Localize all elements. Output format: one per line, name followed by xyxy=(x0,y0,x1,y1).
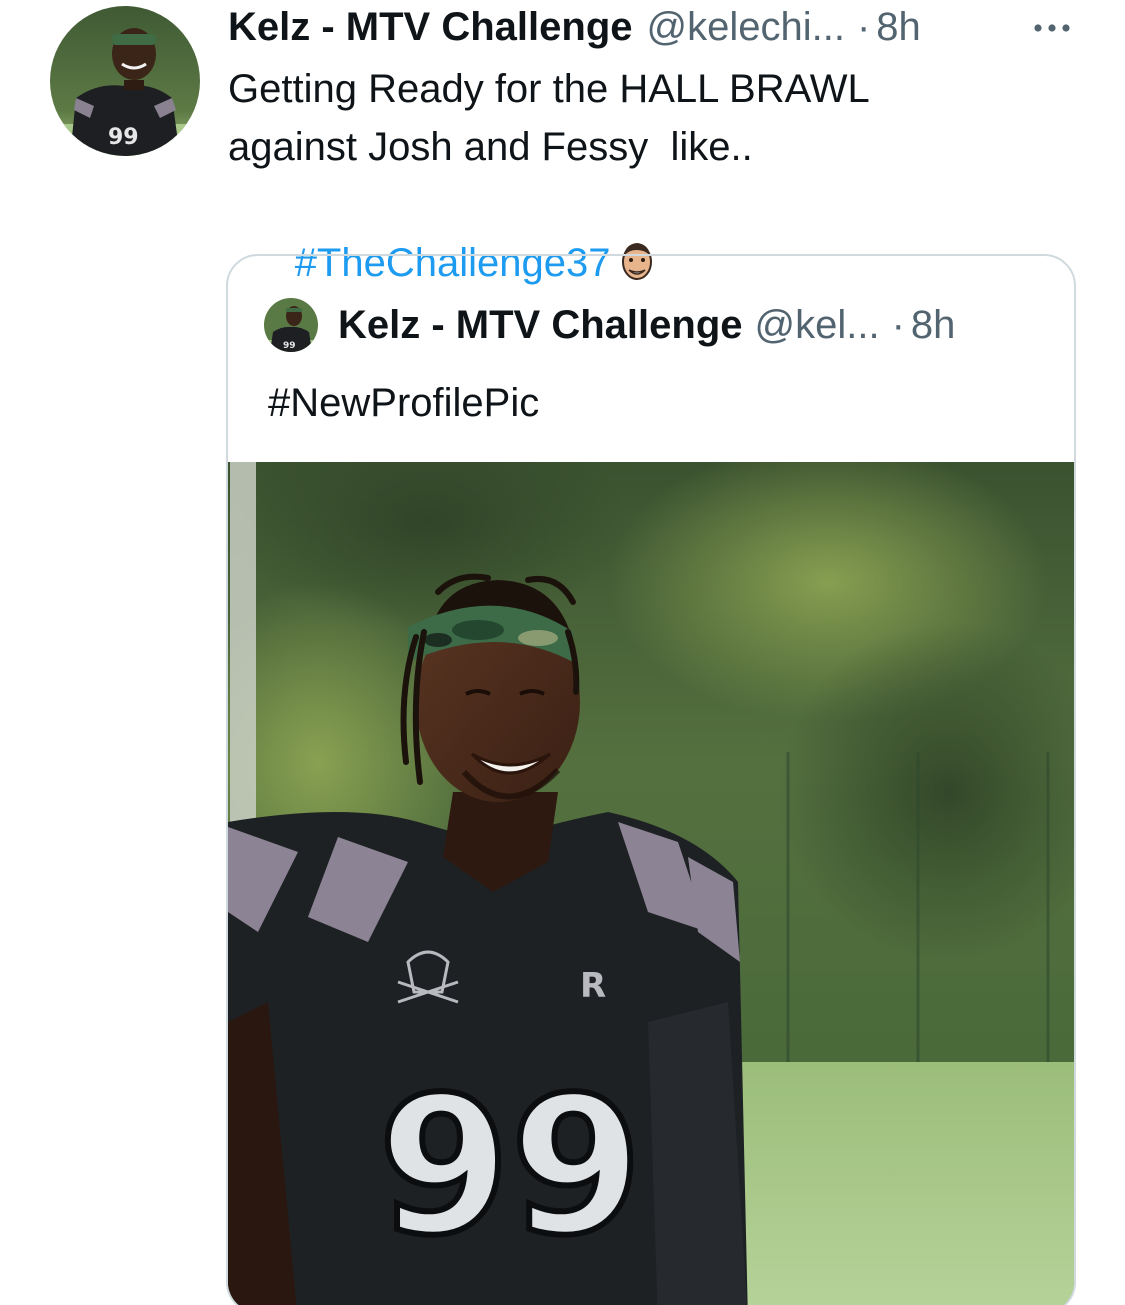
quoted-tweet-timestamp: 8h xyxy=(910,302,956,347)
separator-dot: · xyxy=(856,5,871,49)
quoted-author-handle: @kel... xyxy=(754,302,880,347)
quoted-tweet-photo[interactable]: R 99 xyxy=(228,462,1074,1305)
separator-dot: · xyxy=(891,302,905,347)
tweet[interactable]: 99 Kelz - MTV Challenge @kelechi... · 8h… xyxy=(0,0,1125,1305)
quoted-author-avatar: 99 xyxy=(264,298,318,352)
jersey-number: 99 xyxy=(378,1056,642,1277)
more-options-icon[interactable] xyxy=(1030,14,1074,42)
quoted-tweet-text: #NewProfilePic xyxy=(268,381,540,425)
tweet-text-line: against Josh and Fessy like.. xyxy=(228,125,753,169)
svg-text:99: 99 xyxy=(283,341,296,351)
quoted-author-name: Kelz - MTV Challenge xyxy=(338,302,743,347)
author-avatar[interactable]: 99 xyxy=(50,6,200,156)
quoted-tweet-header: 99 Kelz - MTV Challenge @kel... · 8h xyxy=(264,298,955,352)
tweet-timestamp[interactable]: 8h xyxy=(876,4,921,50)
svg-text:R: R xyxy=(580,966,606,1006)
tweet-text-line: Getting Ready for the HALL BRAWL xyxy=(228,67,870,111)
quoted-tweet-card[interactable]: 99 Kelz - MTV Challenge @kel... · 8h #Ne… xyxy=(226,254,1076,1305)
author-handle[interactable]: @kelechi... xyxy=(647,4,845,50)
tweet-header: Kelz - MTV Challenge @kelechi... · 8h xyxy=(228,4,921,50)
svg-text:99: 99 xyxy=(108,125,139,150)
author-name[interactable]: Kelz - MTV Challenge xyxy=(228,4,633,50)
